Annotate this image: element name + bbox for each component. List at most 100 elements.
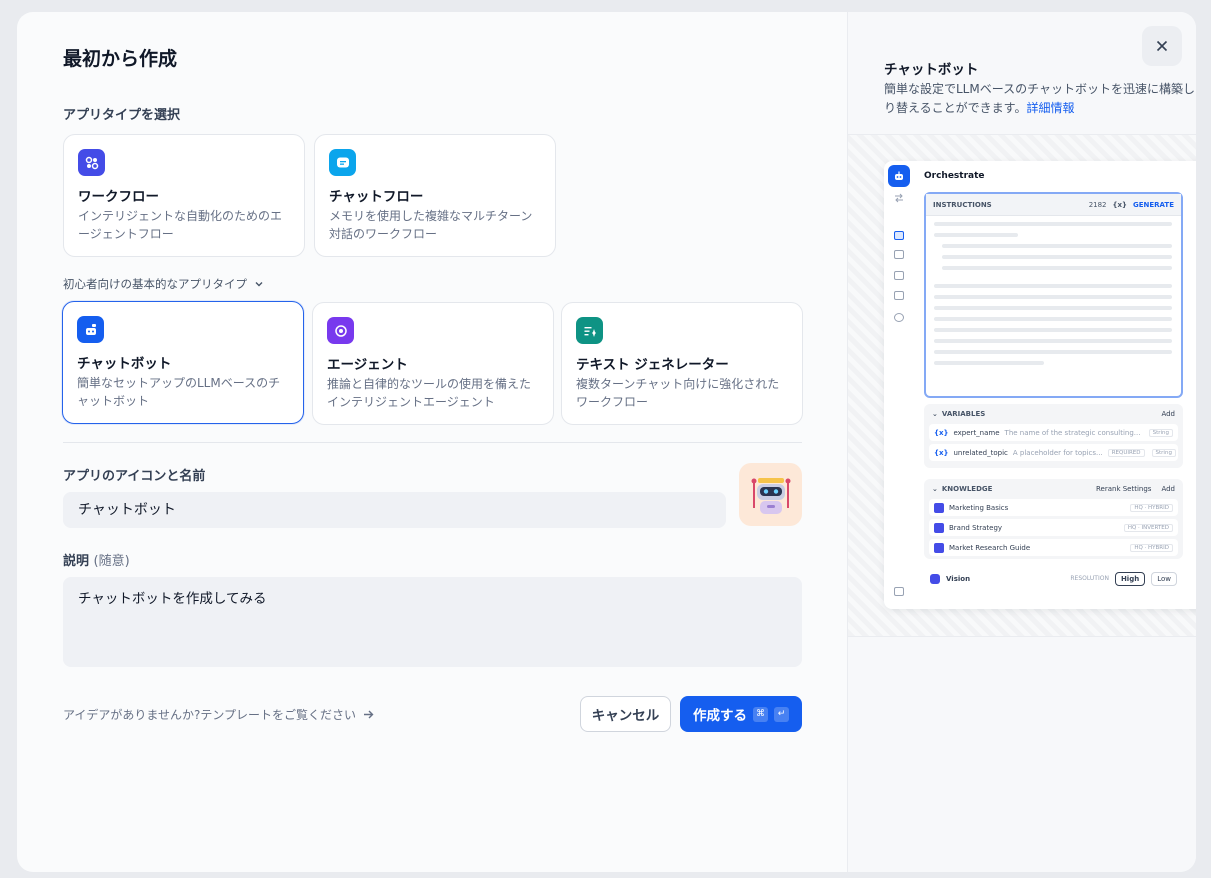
knowledge-row: Market Research Guide HQ · HYBRID [929, 539, 1178, 556]
rerank-settings-button: Rerank Settings [1095, 485, 1152, 493]
placeholder-line [942, 266, 1172, 270]
preview-image: Orchestrate INSTRUCTIONS 2182 {x} GENERA… [848, 134, 1196, 637]
resolution-high: High [1114, 571, 1146, 586]
app-icon-picker[interactable] [739, 463, 802, 526]
app-type-chatflow[interactable]: チャットフロー メモリを使用した複雑なマルチターン対話のワークフロー [314, 134, 556, 257]
chatflow-icon [329, 149, 356, 176]
variable-name: expert_name [953, 428, 1000, 437]
app-name-input[interactable]: チャットボット [63, 492, 726, 528]
template-link[interactable]: アイデアがありませんか?テンプレートをご覧ください [63, 706, 375, 723]
variable-type: String [1148, 428, 1173, 437]
variable-icon: {x} [934, 448, 949, 457]
knowledge-header: ⌄ KNOWLEDGE Rerank Settings Add [924, 479, 1183, 499]
placeholder-line [934, 361, 1044, 365]
card-desc: 複数ターンチャット向けに強化されたワークフロー [576, 377, 780, 409]
card-desc: 簡単なセットアップのLLMベースのチャットボット [77, 376, 281, 408]
terminal-icon [894, 250, 904, 259]
description-label: 説明 (随意) [63, 550, 130, 569]
mock-sidebar [884, 161, 914, 609]
knowledge-panel: ⌄ KNOWLEDGE Rerank Settings Add Marketin… [924, 479, 1183, 559]
variable-button: {x} [1112, 200, 1127, 209]
description-label-text: 説明 [63, 554, 90, 569]
chevron-down-icon: ⌄ [932, 410, 938, 418]
dataset-icon [934, 502, 944, 513]
required-badge: REQUIRED [1107, 448, 1145, 457]
instructions-header: INSTRUCTIONS 2182 {x} GENERATE [926, 194, 1181, 216]
knowledge-name: Brand Strategy [949, 523, 1003, 532]
icon-name-label: アプリのアイコンと名前 [63, 469, 206, 484]
instructions-label: INSTRUCTIONS [933, 200, 992, 209]
chatbot-icon [77, 316, 104, 343]
document-icon [894, 271, 904, 280]
preview-description: 簡単な設定でLLMベースのチャットボットを迅速に構築します り替えることができま… [884, 80, 1196, 118]
beginner-types-toggle[interactable]: 初心者向けの基本的なアプリタイプ [63, 276, 265, 292]
sidebar-toggle-icon [894, 587, 904, 596]
globe-icon [894, 313, 904, 322]
text-generator-icon [576, 317, 603, 344]
optional-hint: (随意) [93, 554, 130, 569]
placeholder-line [934, 222, 1172, 226]
placeholder-line [934, 306, 1172, 310]
app-type-text-generator[interactable]: テキスト ジェネレーター 複数ターンチャット向けに強化されたワークフロー [561, 302, 803, 425]
agent-icon [327, 317, 354, 344]
dialog-title: 最初から作成 [63, 48, 178, 70]
card-desc: 推論と自律的なツールの使用を備えたインテリジェントエージェント [327, 377, 532, 409]
template-link-text: アイデアがありませんか?テンプレートをご覧ください [63, 708, 357, 722]
dataset-icon [934, 542, 944, 553]
app-type-chatbot[interactable]: チャットボット 簡単なセットアップのLLMベースのチャットボット [62, 301, 304, 424]
placeholder-line [934, 233, 1018, 237]
resolution-low: Low [1151, 571, 1177, 586]
vision-icon [930, 573, 940, 584]
robot-avatar-icon [751, 477, 790, 514]
orchestrate-heading: Orchestrate [924, 171, 985, 181]
card-desc: メモリを使用した複雑なマルチターン対話のワークフロー [329, 209, 533, 241]
card-title: テキスト ジェネレーター [576, 357, 729, 373]
enter-key: ↵ [774, 706, 789, 722]
placeholder-line [934, 350, 1172, 354]
divider [63, 442, 802, 443]
knowledge-tag: HQ · HYBRID [1130, 503, 1173, 512]
cancel-button[interactable]: キャンセル [580, 696, 671, 732]
knowledge-row: Brand Strategy HQ · INVERTED [929, 519, 1178, 536]
variable-icon: {x} [934, 428, 949, 437]
knowledge-name: Market Research Guide [949, 543, 1031, 552]
placeholder-line [942, 244, 1172, 248]
close-button[interactable] [1142, 26, 1182, 66]
add-knowledge-button: Add [1161, 485, 1175, 493]
variables-panel: ⌄ VARIABLES Add {x} expert_name The name… [924, 404, 1183, 468]
create-button[interactable]: 作成する ⌘ ↵ [680, 696, 802, 732]
vision-row: Vision RESOLUTION High Low [924, 566, 1183, 591]
variable-name: unrelated_topic [953, 448, 1008, 457]
placeholder-line [934, 295, 1172, 299]
form-panel: 最初から作成 アプリタイプを選択 ワークフロー インテリジェントな自動化のための… [17, 12, 847, 872]
card-title: エージェント [327, 357, 408, 373]
close-icon [1156, 40, 1168, 52]
variable-row: {x} expert_name The name of the strategi… [929, 424, 1178, 441]
placeholder-line [934, 339, 1172, 343]
card-title: ワークフロー [78, 189, 159, 205]
placeholder-line [942, 255, 1172, 259]
variable-desc: The name of the strategic consulting... [1004, 428, 1141, 437]
learn-more-link[interactable]: 詳細情報 [1026, 101, 1074, 115]
bot-icon [888, 165, 910, 187]
description-textarea[interactable]: チャットボットを作成してみる [63, 577, 802, 667]
card-title: チャットフロー [329, 189, 424, 205]
app-type-agent[interactable]: エージェント 推論と自律的なツールの使用を備えたインテリジェントエージェント [312, 302, 554, 425]
instructions-panel: INSTRUCTIONS 2182 {x} GENERATE [924, 192, 1183, 398]
card-title: チャットボット [77, 356, 172, 372]
cmd-key: ⌘ [753, 706, 768, 722]
card-desc: インテリジェントな自動化のためのエージェントフロー [78, 209, 283, 241]
layout-icon [894, 231, 904, 240]
vision-label: Vision [946, 574, 971, 583]
preview-title: チャットボット [884, 62, 979, 78]
preview-panel: チャットボット 簡単な設定でLLMベースのチャットボットを迅速に構築します り替… [847, 12, 1196, 872]
placeholder-line [934, 328, 1172, 332]
knowledge-tag: HQ · INVERTED [1123, 523, 1173, 532]
placeholder-line [934, 284, 1172, 288]
app-type-label: アプリタイプを選択 [63, 108, 181, 123]
variable-type: String [1151, 448, 1176, 457]
instructions-count: 2182 [1088, 200, 1107, 209]
app-type-workflow[interactable]: ワークフロー インテリジェントな自動化のためのエージェントフロー [63, 134, 305, 257]
dataset-icon [934, 522, 944, 533]
toggle-label: 初心者向けの基本的なアプリタイプ [63, 277, 247, 291]
